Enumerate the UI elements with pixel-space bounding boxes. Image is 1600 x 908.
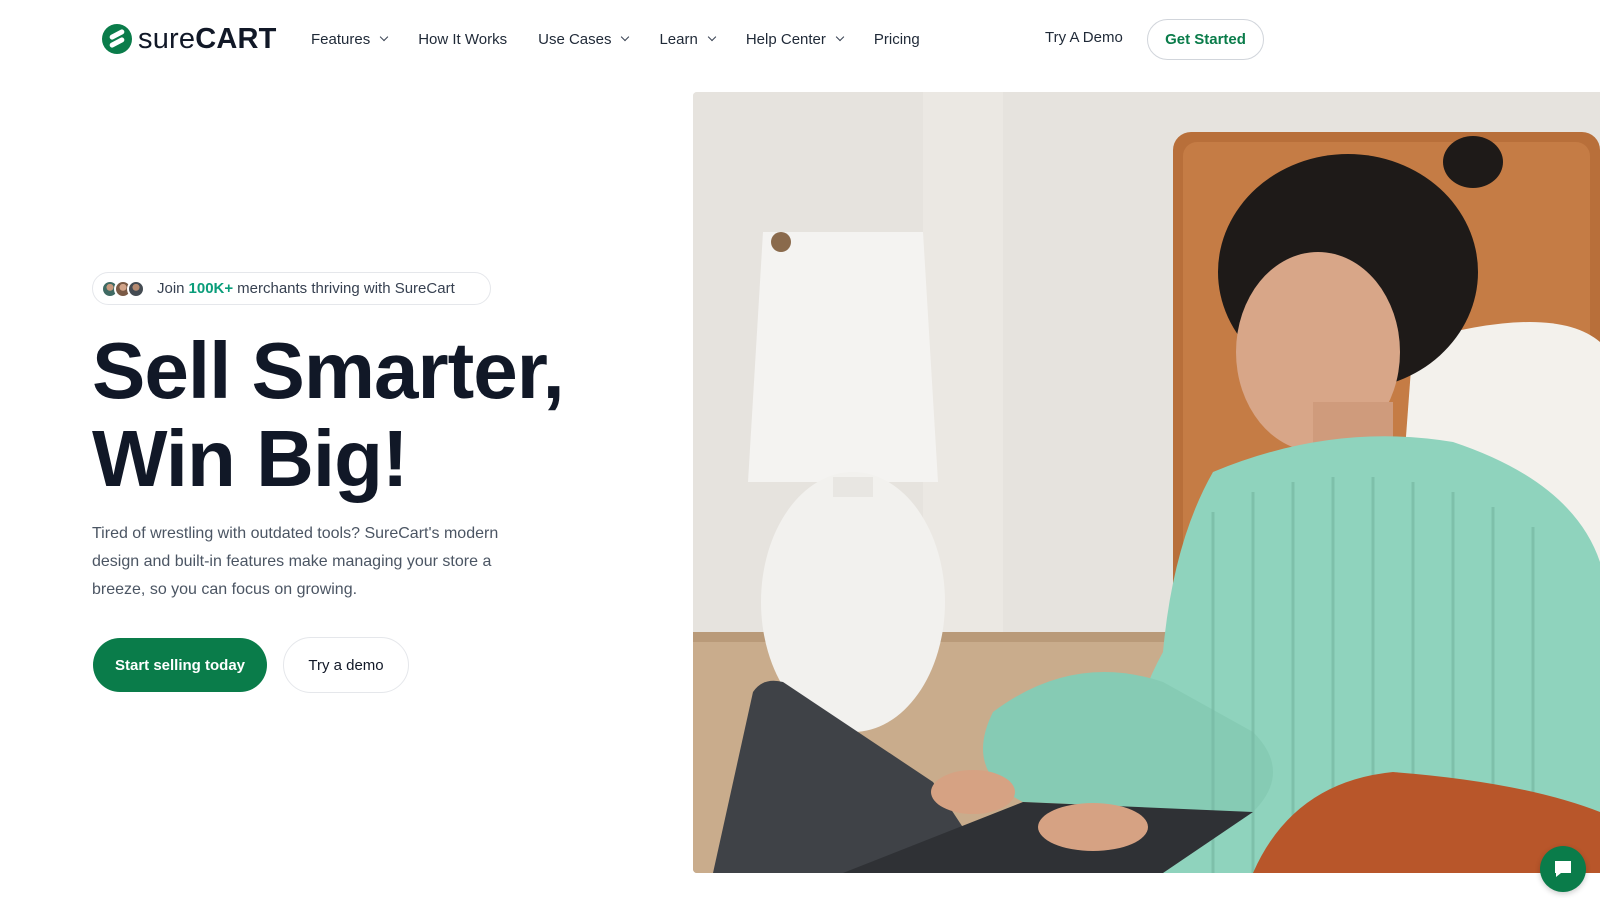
headline-line-2: Win Big! <box>92 414 409 503</box>
merchant-avatars <box>101 279 145 298</box>
get-started-button[interactable]: Get Started <box>1147 19 1264 60</box>
nav-item-help-center[interactable]: Help Center <box>745 30 845 48</box>
hero-photo <box>693 92 1600 873</box>
chevron-down-icon <box>379 32 389 42</box>
start-selling-button[interactable]: Start selling today <box>93 638 267 692</box>
nav-item-label: How It Works <box>418 30 508 48</box>
try-a-demo-button[interactable]: Try a demo <box>283 637 409 693</box>
nav-item-label: Features <box>311 30 371 48</box>
avatar <box>127 279 145 298</box>
hero-subtext: Tired of wrestling with outdated tools? … <box>92 525 499 598</box>
try-a-demo-link[interactable]: Try A Demo <box>1045 29 1123 46</box>
chevron-down-icon <box>707 32 717 42</box>
social-proof-suffix: merchants thriving with SureCart <box>237 280 455 297</box>
chevron-down-icon <box>621 32 630 42</box>
nav-item-pricing[interactable]: Pricing <box>874 31 920 48</box>
woman-with-laptop-illustration <box>693 92 1600 873</box>
nav-item-learn[interactable]: Learn <box>659 30 717 48</box>
nav-item-features[interactable]: Features <box>311 30 389 48</box>
site-header: sureCART Features How It Works Use Cases… <box>0 0 1600 78</box>
surecart-logo-icon <box>102 24 132 54</box>
social-proof-badge: Join 100K+ merchants thriving with SureC… <box>92 272 491 305</box>
nav-item-use-cases[interactable]: Use Cases <box>538 30 630 48</box>
chevron-down-icon <box>835 32 845 42</box>
nav-item-label: Pricing <box>873 30 920 48</box>
chat-bubble-icon <box>1555 861 1571 877</box>
nav-item-label: Help Center <box>745 30 826 48</box>
main-nav: Features How It Works Use Cases Learn He… <box>311 28 951 50</box>
logo-wordmark: sureCART <box>138 23 277 55</box>
chat-launcher-button[interactable] <box>1540 846 1586 892</box>
merchant-count: 100K+ <box>188 280 234 297</box>
nav-item-how-it-works[interactable]: How It Works <box>418 31 507 48</box>
headline-line-1: Sell Smarter, <box>92 326 565 415</box>
surecart-logo[interactable]: sureCART <box>102 24 277 54</box>
nav-item-label: Learn <box>659 30 698 48</box>
nav-item-label: Use Cases <box>538 30 612 48</box>
hero-headline: Sell Smarter, Win Big! <box>92 327 652 503</box>
social-proof-prefix: Join <box>157 280 185 297</box>
